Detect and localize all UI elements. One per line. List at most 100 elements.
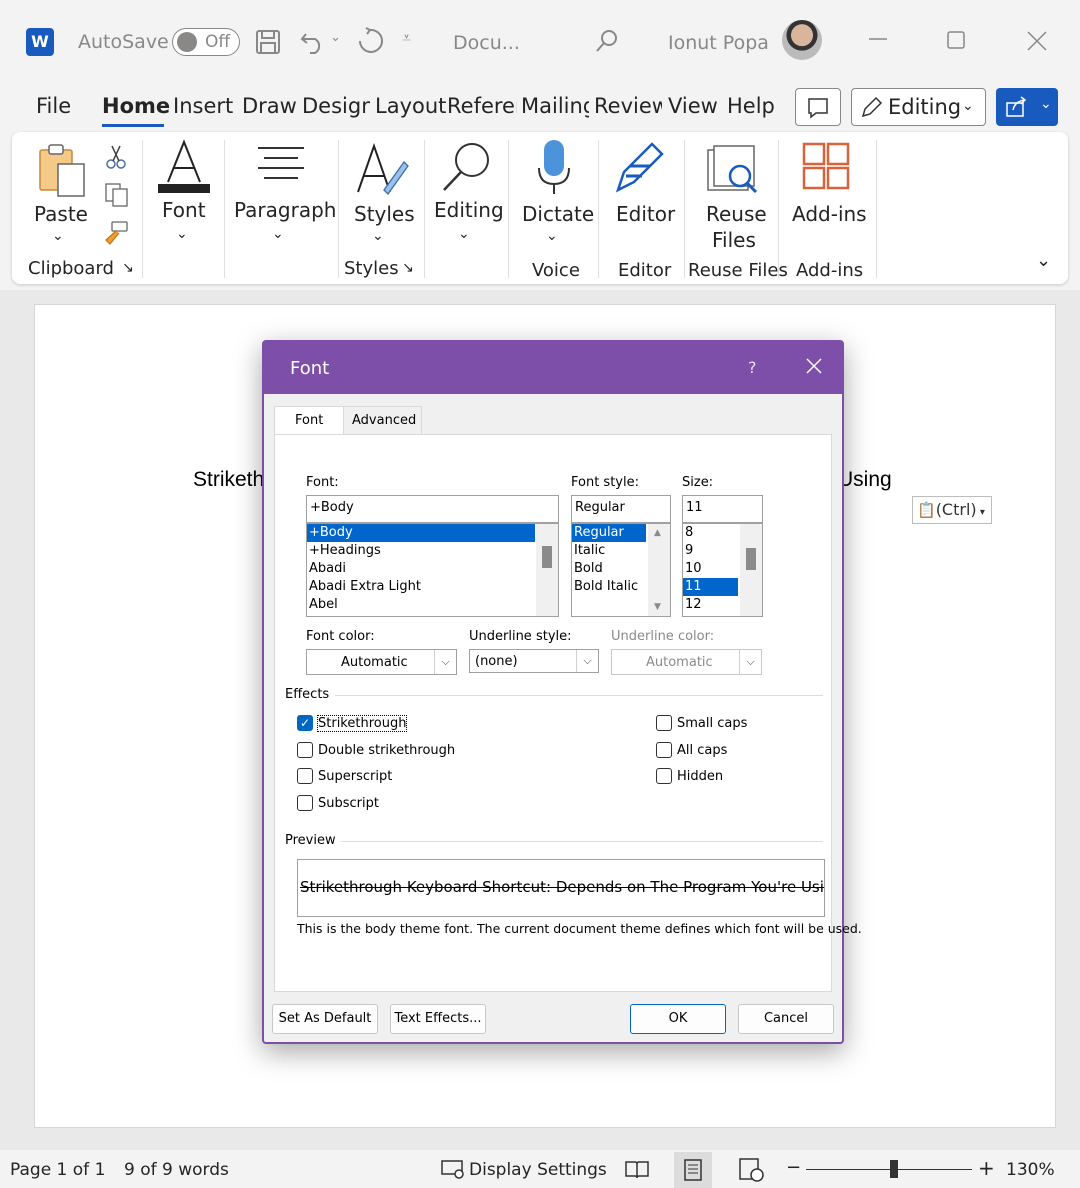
undo-icon[interactable] [298,26,328,62]
comments-button[interactable] [795,88,841,126]
tab-references[interactable]: Referen [447,94,517,118]
subscript-checkbox[interactable] [297,795,313,811]
document-name[interactable]: Docu... [453,32,520,54]
paragraph-button[interactable]: Paragraph [234,198,336,222]
paragraph-icon[interactable] [256,144,306,188]
microphone-icon[interactable] [536,138,572,202]
zoom-slider-track[interactable] [806,1169,972,1170]
paste-icon[interactable] [36,142,88,202]
subscript-label[interactable]: Subscript [318,796,379,811]
reuse-files-button-line2[interactable]: Files [712,228,756,252]
find-icon[interactable] [440,138,496,198]
hidden-label[interactable]: Hidden [677,769,723,784]
ok-button[interactable]: OK [630,1004,726,1034]
autosave-toggle[interactable]: Off [172,28,240,56]
tab-draw[interactable]: Draw [242,94,297,118]
page-count[interactable]: Page 1 of 1 [10,1160,105,1180]
strikethrough-checkbox[interactable]: ✓ [297,715,313,731]
tab-mailings[interactable]: Mailing [521,94,589,118]
set-as-default-button[interactable]: Set As Default [272,1004,378,1034]
hidden-checkbox[interactable] [656,768,672,784]
tab-view[interactable]: View [668,94,718,118]
save-icon[interactable] [254,28,282,62]
paste-options-button[interactable]: 📋(Ctrl) ▾ [912,496,992,524]
cut-icon[interactable] [104,144,128,174]
format-painter-icon[interactable] [102,220,130,250]
list-item[interactable]: Abadi Extra Light [307,578,558,596]
close-icon[interactable] [1026,30,1048,58]
reuse-files-button[interactable]: Reuse [706,202,767,226]
double-strikethrough-checkbox[interactable] [297,742,313,758]
editing-button[interactable]: Editing [434,198,504,222]
zoom-in-button[interactable]: + [978,1156,995,1180]
underline-style-select[interactable]: (none) ⌵ [469,649,599,673]
redo-icon[interactable] [356,26,386,62]
share-button[interactable]: ⌄ [996,88,1058,126]
font-style-input[interactable]: Regular [571,495,671,523]
expand-ribbon-icon[interactable]: ⌄ [1036,250,1051,271]
styles-button[interactable]: Styles [354,202,415,226]
undo-dropdown-icon[interactable]: ⌄ [330,30,341,45]
chevron-down-icon[interactable]: ⌄ [272,226,284,242]
editing-mode-button[interactable]: Editing ⌄ [851,88,986,126]
dictate-button[interactable]: Dictate [522,202,594,226]
text-effects-button[interactable]: Text Effects... [390,1004,486,1034]
font-size-input[interactable]: 11 [682,495,763,523]
font-size-list[interactable]: 8 9 10 11 12 [682,523,763,617]
display-settings-icon[interactable] [440,1158,466,1185]
cancel-button[interactable]: Cancel [738,1004,834,1034]
display-settings-button[interactable]: Display Settings [469,1160,607,1180]
strikethrough-label[interactable]: Strikethrough [316,715,408,732]
tab-help[interactable]: Help [727,94,775,118]
chevron-down-icon[interactable]: ⌄ [372,228,384,244]
tab-file[interactable]: File [36,94,71,118]
close-icon[interactable] [804,356,824,380]
zoom-slider-thumb[interactable] [890,1160,898,1178]
all-caps-checkbox[interactable] [656,742,672,758]
add-ins-icon[interactable] [802,142,852,196]
maximize-icon[interactable] [946,30,968,58]
superscript-label[interactable]: Superscript [318,769,392,784]
scroll-up-icon[interactable]: ▲ [654,528,661,538]
editor-icon[interactable] [612,140,668,200]
scrollbar[interactable]: ▲ ▼ [648,524,670,616]
reuse-files-icon[interactable] [706,144,762,200]
add-ins-button[interactable]: Add-ins [792,202,867,226]
tab-home[interactable]: Home [102,94,170,118]
document-text-right[interactable]: Using [838,468,892,492]
zoom-level[interactable]: 130% [1006,1160,1055,1180]
font-name-list[interactable]: +Body +Headings Abadi Abadi Extra Light … [306,523,559,617]
double-strikethrough-label[interactable]: Double strikethrough [318,743,455,758]
chevron-down-icon[interactable]: ⌄ [546,228,558,244]
tab-layout[interactable]: Layout [375,94,446,118]
scroll-down-icon[interactable]: ▼ [654,602,661,612]
list-item[interactable]: 11 [683,578,738,596]
customize-toolbar-icon[interactable]: ⩡ [402,28,411,48]
word-count[interactable]: 9 of 9 words [124,1160,229,1180]
list-item[interactable]: +Headings [307,542,558,560]
scrollbar[interactable] [536,524,558,616]
small-caps-label[interactable]: Small caps [677,716,747,731]
dialog-launcher-icon[interactable]: ↘ [402,260,414,276]
font-button[interactable]: Font [162,198,206,222]
superscript-checkbox[interactable] [297,768,313,784]
scroll-thumb[interactable] [746,548,756,570]
chevron-down-icon[interactable]: ⌄ [52,228,64,244]
avatar[interactable] [782,20,822,60]
font-name-input[interactable]: +Body [306,495,559,523]
tab-advanced[interactable]: Advanced [344,406,422,436]
small-caps-checkbox[interactable] [656,715,672,731]
tab-design[interactable]: Design [302,94,370,118]
read-mode-icon[interactable] [624,1158,650,1185]
web-layout-icon[interactable] [738,1157,766,1188]
font-color-select[interactable]: Automatic ⌵ [306,649,457,675]
user-name[interactable]: Ionut Popa [668,32,769,54]
zoom-out-button[interactable]: − [786,1157,801,1178]
search-icon[interactable] [594,28,620,60]
list-item[interactable]: Abadi [307,560,558,578]
dialog-launcher-icon[interactable]: ↘ [122,260,134,276]
font-style-list[interactable]: Regular Italic Bold Bold Italic ▲ ▼ [571,523,671,617]
chevron-down-icon[interactable]: ⌄ [458,226,470,242]
scroll-thumb[interactable] [542,546,552,568]
tab-insert[interactable]: Insert [173,94,233,118]
